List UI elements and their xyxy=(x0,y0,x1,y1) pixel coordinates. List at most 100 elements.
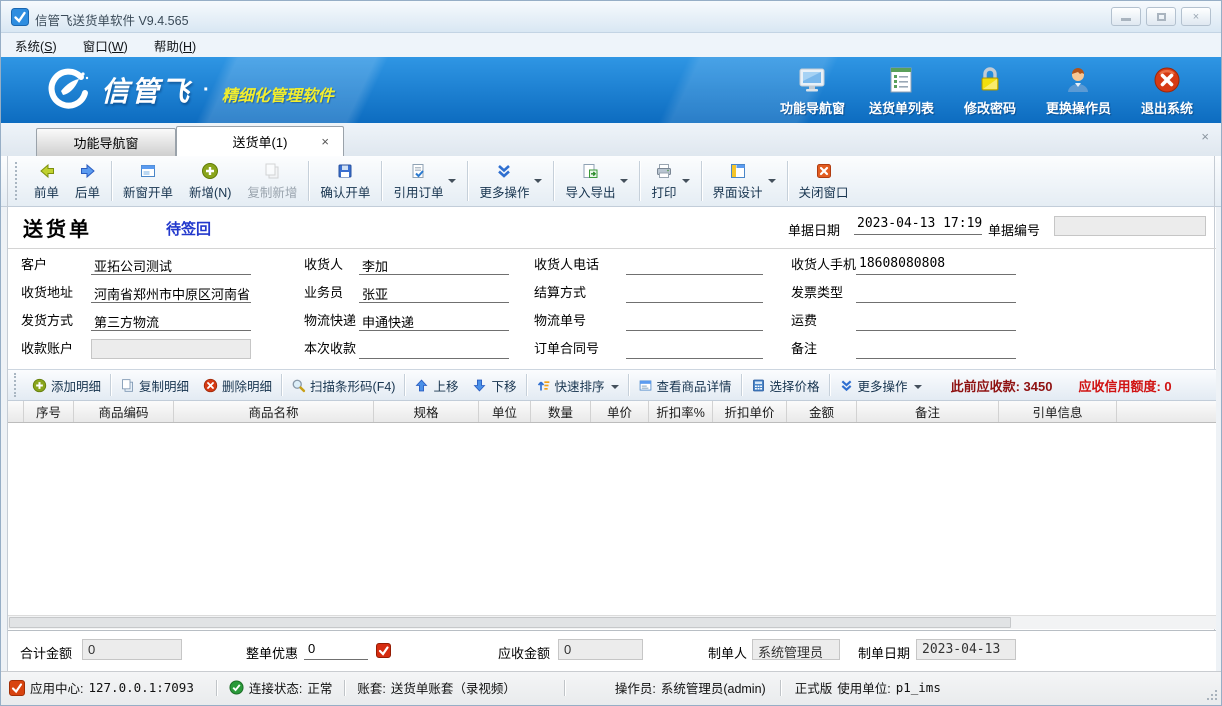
form-field-payment-now: 本次收款 xyxy=(304,338,509,359)
toolbar-separator xyxy=(281,374,282,396)
scrollbar-thumb[interactable] xyxy=(9,617,1011,628)
toolbar-grip-handle[interactable] xyxy=(15,162,18,200)
settlement-input[interactable] xyxy=(626,283,763,303)
delete-detail-button[interactable]: 删除明细 xyxy=(196,374,279,397)
col-product-code[interactable]: 商品编码 xyxy=(74,401,174,422)
form-field-freight: 运费 xyxy=(791,310,1016,331)
invoice-type-input[interactable] xyxy=(856,283,1016,303)
tabstrip-close-icon[interactable]: × xyxy=(1201,129,1209,144)
view-product-detail-button[interactable]: 查看商品详情 xyxy=(631,374,739,397)
form-field-remark: 备注 xyxy=(791,338,1016,359)
bill-date-input[interactable]: 2023-04-13 17:19 xyxy=(854,215,982,235)
make-date-label: 制单日期 xyxy=(858,643,910,662)
product-detail-icon xyxy=(638,378,653,393)
tab-nav-window[interactable]: 功能导航窗 xyxy=(36,128,176,156)
brand-dot: · xyxy=(203,79,210,102)
order-discount-label: 整单优惠 xyxy=(246,643,298,662)
next-order-button[interactable]: 后单 xyxy=(67,160,108,203)
new-window-icon xyxy=(139,162,157,180)
detail-more-actions-button[interactable]: 更多操作 xyxy=(832,374,929,397)
menu-item-help[interactable]: 帮助(H) xyxy=(154,36,196,55)
address-input[interactable]: 河南省郑州市中原区河南省 xyxy=(91,283,251,303)
toolbar-separator xyxy=(741,374,742,396)
grid-body[interactable] xyxy=(8,423,1216,615)
order-discount-input[interactable]: 0 xyxy=(304,639,368,660)
receiver-mobile-input[interactable]: 18608080808 xyxy=(856,255,1016,275)
receiver-input[interactable]: 李加 xyxy=(359,255,509,275)
window-title: 信管飞送货单软件 V9.4.565 xyxy=(35,10,189,29)
import-export-button[interactable]: 导入导出 xyxy=(557,160,636,203)
print-button[interactable]: 打印 xyxy=(643,160,697,203)
col-remark[interactable]: 备注 xyxy=(857,401,999,422)
copy-detail-button[interactable]: 复制明细 xyxy=(113,374,196,397)
delivery-list-icon xyxy=(886,65,916,95)
menu-item-window[interactable]: 窗口(W) xyxy=(83,36,128,55)
menu-item-system[interactable]: 系统(S) xyxy=(15,36,57,55)
banner-action-exit[interactable]: 退出系统 xyxy=(1135,65,1199,117)
select-price-button[interactable]: 选择价格 xyxy=(744,374,827,397)
customer-input[interactable]: 亚拓公司测试 xyxy=(91,255,251,275)
form-field-receiver-mobile: 收货人手机18608080808 xyxy=(791,254,1016,275)
order-contract-no-input[interactable] xyxy=(626,339,763,359)
col-index[interactable]: 序号 xyxy=(24,401,74,422)
scan-barcode-button[interactable]: 扫描条形码(F4) xyxy=(284,374,402,397)
add-new-button[interactable]: 新增(N) xyxy=(181,160,239,203)
save-icon xyxy=(336,162,354,180)
banner: 信管飞 · 精细化管理软件 功能导航窗 xyxy=(1,57,1221,123)
banner-action-delivery-list[interactable]: 送货单列表 xyxy=(869,65,934,117)
reference-order-button[interactable]: 引用订单 xyxy=(385,160,464,203)
banner-action-change-operator[interactable]: 更换操作员 xyxy=(1046,65,1111,117)
payment-now-input[interactable] xyxy=(359,339,509,359)
resize-grip-handle[interactable] xyxy=(1207,690,1217,700)
add-icon xyxy=(32,378,47,393)
quick-sort-icon xyxy=(536,378,551,393)
dropdown-caret-icon xyxy=(448,179,456,187)
bill-date-label: 单据日期 xyxy=(788,220,840,239)
col-product-name[interactable]: 商品名称 xyxy=(174,401,374,422)
move-down-button[interactable]: 下移 xyxy=(465,374,523,397)
col-discount-price[interactable]: 折扣单价 xyxy=(713,401,787,422)
minimize-button[interactable] xyxy=(1111,7,1141,26)
ref-order-icon xyxy=(409,162,427,180)
form-field-payment-account: 收款账户 xyxy=(21,338,251,359)
col-unit[interactable]: 单位 xyxy=(479,401,531,422)
salesman-input[interactable]: 张亚 xyxy=(359,283,509,303)
receiver-phone-input[interactable] xyxy=(626,255,763,275)
total-amount-field: 0 xyxy=(82,639,182,660)
col-unit-price[interactable]: 单价 xyxy=(591,401,649,422)
prior-receivable-text: 此前应收款: 3450 xyxy=(951,376,1053,395)
banner-action-change-password[interactable]: 修改密码 xyxy=(958,65,1022,117)
freight-input[interactable] xyxy=(856,311,1016,331)
col-discount-rate[interactable]: 折扣率% xyxy=(649,401,713,422)
discount-icon[interactable] xyxy=(376,643,391,658)
col-ref-info[interactable]: 引单信息 xyxy=(999,401,1117,422)
detail-toolbar-grip-handle[interactable] xyxy=(14,373,17,397)
col-quantity[interactable]: 数量 xyxy=(531,401,591,422)
confirm-order-button[interactable]: 确认开单 xyxy=(312,160,378,203)
ship-method-input[interactable]: 第三方物流 xyxy=(91,311,251,331)
close-button[interactable]: × xyxy=(1181,7,1211,26)
add-detail-button[interactable]: 添加明细 xyxy=(25,374,108,397)
logistics-no-input[interactable] xyxy=(626,311,763,331)
horizontal-scrollbar[interactable] xyxy=(8,615,1216,629)
move-up-button[interactable]: 上移 xyxy=(407,374,465,397)
tabstrip: 功能导航窗 送货单(1) × × xyxy=(1,123,1221,156)
remark-input[interactable] xyxy=(856,339,1016,359)
maximize-button[interactable] xyxy=(1146,7,1176,26)
quick-sort-button[interactable]: 快速排序 xyxy=(529,374,626,397)
status-separator xyxy=(780,680,781,696)
toolbar-separator xyxy=(111,161,112,201)
detail-toolbar: 添加明细 复制明细 删除明细 扫描条形码(F4) 上移 下移 快速排序 xyxy=(8,369,1216,401)
banner-action-nav-window[interactable]: 功能导航窗 xyxy=(780,65,845,117)
ui-design-button[interactable]: 界面设计 xyxy=(705,160,784,203)
tab-close-icon[interactable]: × xyxy=(321,135,329,148)
prev-order-button[interactable]: 前单 xyxy=(26,160,67,203)
close-window-button[interactable]: 关闭窗口 xyxy=(791,160,857,203)
tab-delivery-order[interactable]: 送货单(1) × xyxy=(176,126,344,156)
more-actions-button[interactable]: 更多操作 xyxy=(471,160,550,203)
new-window-order-button[interactable]: 新窗开单 xyxy=(115,160,181,203)
col-amount[interactable]: 金额 xyxy=(787,401,857,422)
lock-icon xyxy=(975,65,1005,95)
col-spec[interactable]: 规格 xyxy=(374,401,479,422)
logistics-input[interactable]: 申通快递 xyxy=(359,311,509,331)
